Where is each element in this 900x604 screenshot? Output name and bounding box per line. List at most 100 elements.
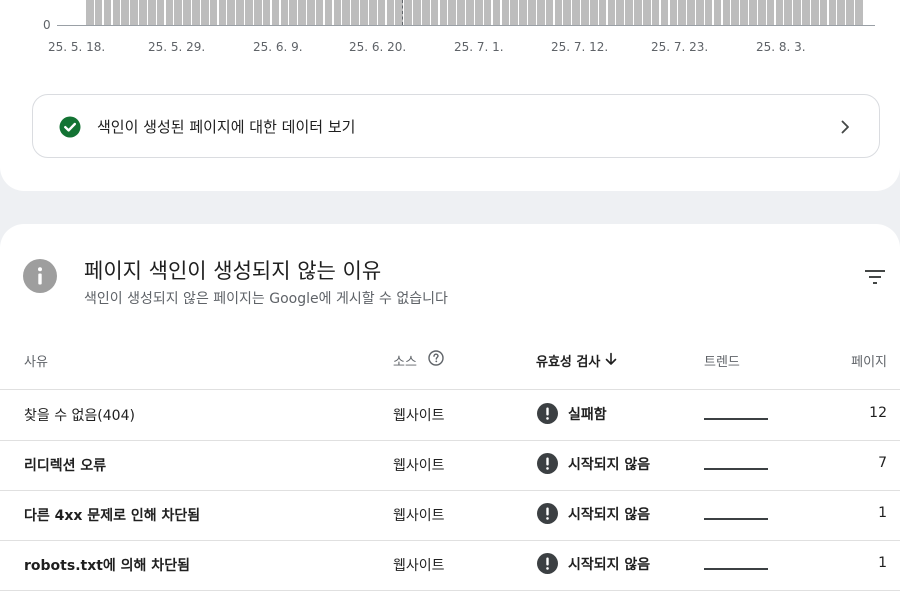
chart-bar — [174, 0, 183, 25]
row-source: 웹사이트 — [393, 458, 445, 474]
chart-bar — [784, 0, 793, 25]
chart-bar — [775, 0, 784, 25]
chart-bar — [271, 0, 280, 25]
chart-bar — [209, 0, 218, 25]
chart-bar — [757, 0, 766, 25]
chart-bar — [722, 0, 731, 25]
chart-bar — [793, 0, 801, 25]
chart-bar — [837, 0, 846, 25]
chart-bar — [307, 0, 315, 25]
chart-bar — [598, 0, 607, 25]
x-tick-label: 25. 8. 3. — [756, 40, 806, 54]
chart-bar — [413, 0, 421, 25]
chart-bar — [94, 0, 103, 25]
chart-bar — [475, 0, 483, 25]
chart-bar — [704, 0, 713, 25]
chart-bar — [510, 0, 518, 25]
arrow-down-icon[interactable] — [604, 352, 618, 366]
chart-bar — [740, 0, 748, 25]
chart-bar — [280, 0, 289, 25]
column-header-validation[interactable]: 유효성 검사 — [536, 351, 600, 370]
coverage-chart-card: 0 25. 5. 18. 25. 5. 29. 25. 6. 9. 25. 6.… — [0, 0, 900, 191]
chart-bar — [386, 0, 395, 25]
row-page-count: 7 — [878, 455, 887, 471]
view-indexed-pages-link[interactable]: 색인이 생성된 페이지에 대한 데이터 보기 — [32, 94, 880, 158]
row-page-count: 1 — [878, 555, 887, 571]
not-indexed-reasons-card: 페이지 색인이 생성되지 않는 이유 색인이 생성되지 않은 페이지는 Goog… — [0, 224, 900, 604]
row-page-count: 12 — [869, 405, 887, 421]
column-header-source[interactable]: 소스 — [393, 351, 417, 370]
chart-bar — [457, 0, 465, 25]
column-header-pages[interactable]: 페이지 — [851, 351, 887, 370]
row-validation-status: 시작되지 않음 — [568, 507, 651, 523]
y-axis-zero-label: 0 — [43, 18, 51, 32]
chart-bar — [253, 0, 262, 25]
column-header-reason[interactable]: 사유 — [24, 351, 48, 370]
chart-bar — [448, 0, 457, 25]
row-validation-status: 시작되지 않음 — [568, 457, 651, 473]
table-row[interactable]: 다른 4xx 문제로 인해 차단됨 웹사이트 시작되지 않음 1 — [0, 490, 900, 541]
help-icon[interactable] — [428, 350, 444, 366]
chart-bar — [554, 0, 563, 25]
chart-bar — [528, 0, 536, 25]
chart-bar — [86, 0, 94, 25]
chart-bar — [828, 0, 837, 25]
chart-bar — [802, 0, 810, 25]
chart-bar — [130, 0, 138, 25]
chart-bar — [227, 0, 236, 25]
x-tick-label: 25. 7. 12. — [551, 40, 609, 54]
chart-bar — [749, 0, 757, 25]
chart-bar — [147, 0, 156, 25]
chart-bar — [183, 0, 191, 25]
row-validation-status: 시작되지 않음 — [568, 557, 651, 573]
chart-bar — [545, 0, 554, 25]
chart-bar — [651, 0, 660, 25]
chart-bar — [696, 0, 704, 25]
trend-sparkline — [704, 468, 768, 470]
chart-bar — [404, 0, 412, 25]
chart-bars — [86, 0, 864, 25]
chart-bar — [298, 0, 306, 25]
column-header-trend[interactable]: 트렌드 — [704, 351, 740, 370]
row-reason: 찾을 수 없음(404) — [24, 408, 135, 424]
x-tick-label: 25. 5. 29. — [148, 40, 206, 54]
chart-bar — [112, 0, 121, 25]
row-reason: 다른 4xx 문제로 인해 차단됨 — [24, 508, 201, 524]
chart-bar — [572, 0, 580, 25]
chart-bar — [430, 0, 439, 25]
chart-bar — [192, 0, 200, 25]
info-icon — [23, 259, 57, 293]
x-tick-label: 25. 6. 9. — [253, 40, 303, 54]
chart-bar — [536, 0, 545, 25]
chart-bar — [421, 0, 430, 25]
chart-bar — [360, 0, 368, 25]
alert-icon — [537, 453, 558, 474]
row-page-count: 1 — [878, 505, 887, 521]
alert-icon — [537, 553, 558, 574]
x-tick-label: 25. 7. 23. — [651, 40, 709, 54]
chart-bar — [731, 0, 739, 25]
table-row[interactable]: robots.txt에 의해 차단됨 웹사이트 시작되지 않음 1 — [0, 540, 900, 591]
chart-bar — [519, 0, 527, 25]
section-title: 페이지 색인이 생성되지 않는 이유 — [84, 259, 382, 283]
table-row[interactable]: 리디렉션 오류 웹사이트 시작되지 않음 7 — [0, 440, 900, 491]
chart-bar — [563, 0, 572, 25]
alert-icon — [537, 503, 558, 524]
chart-bar — [368, 0, 377, 25]
chart-bar — [642, 0, 651, 25]
table-row[interactable]: 찾을 수 없음(404) 웹사이트 실패함 12 — [0, 390, 900, 441]
x-tick-label: 25. 7. 1. — [454, 40, 504, 54]
row-validation-status: 실패함 — [568, 407, 607, 423]
chart-bar — [589, 0, 598, 25]
chart-bar — [634, 0, 642, 25]
chart-bar — [245, 0, 253, 25]
chart-bar — [492, 0, 501, 25]
chart-bar — [218, 0, 227, 25]
alert-icon — [537, 403, 558, 424]
chart-bar — [262, 0, 271, 25]
filter-icon[interactable] — [864, 268, 886, 286]
chart-bar — [819, 0, 828, 25]
trend-sparkline — [704, 518, 768, 520]
chart-bar — [121, 0, 129, 25]
chart-baseline — [57, 25, 875, 26]
